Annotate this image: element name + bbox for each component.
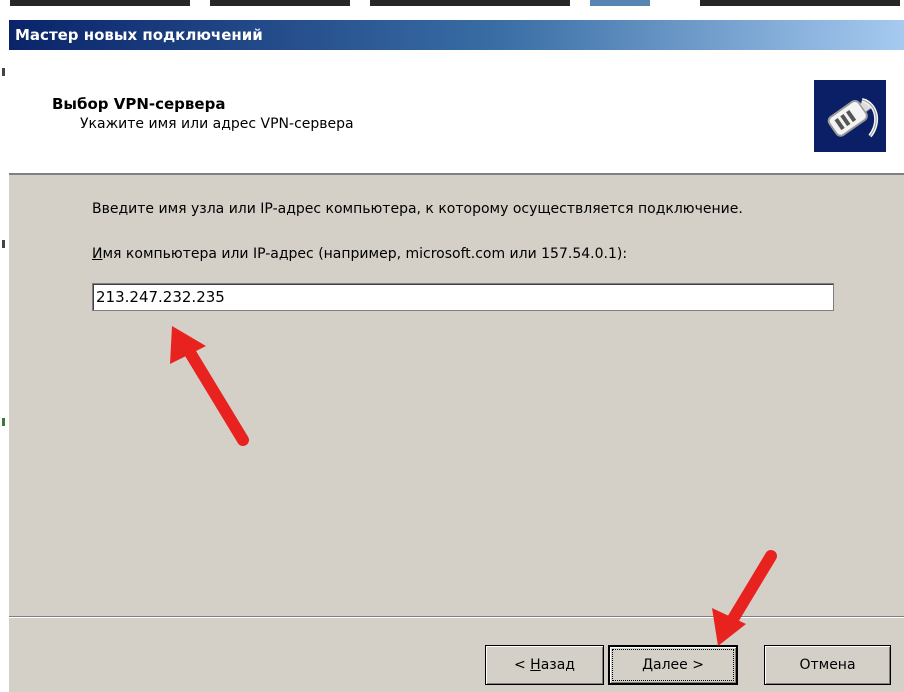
window-title: Мастер новых подключений: [15, 26, 263, 44]
new-connection-wizard-window: Мастер новых подключений Выбор VPN-серве…: [9, 20, 904, 692]
background-window-edge: [0, 20, 9, 692]
computer-name-label: Имя компьютера или IP-адрес (например, m…: [92, 246, 627, 262]
footer-divider: [9, 616, 904, 618]
back-mnemonic: Н: [530, 657, 541, 673]
label-text: мя компьютера или IP-адрес (например, mi…: [102, 246, 628, 262]
back-label: азад: [540, 657, 575, 673]
back-button[interactable]: < Назад: [485, 645, 604, 685]
page-title: Выбор VPN-сервера: [52, 95, 226, 113]
next-label: алее >: [653, 657, 704, 673]
title-bar[interactable]: Мастер новых подключений: [9, 20, 904, 50]
intro-text: Введите имя узла или IP-адрес компьютера…: [92, 201, 743, 217]
label-mnemonic: И: [92, 246, 103, 262]
vpn-server-address-input[interactable]: [92, 283, 834, 311]
cancel-button[interactable]: Отмена: [764, 645, 891, 685]
next-mnemonic: Д: [642, 657, 653, 673]
page-subtitle: Укажите имя или адрес VPN-сервера: [80, 116, 354, 132]
background-window-fragment: [0, 0, 904, 20]
back-prefix: <: [513, 657, 531, 673]
vpn-plug-icon: [814, 80, 886, 152]
next-button[interactable]: Далее >: [608, 645, 738, 685]
cancel-label: Отмена: [799, 657, 856, 673]
wizard-header: Выбор VPN-сервера Укажите имя или адрес …: [9, 50, 904, 175]
